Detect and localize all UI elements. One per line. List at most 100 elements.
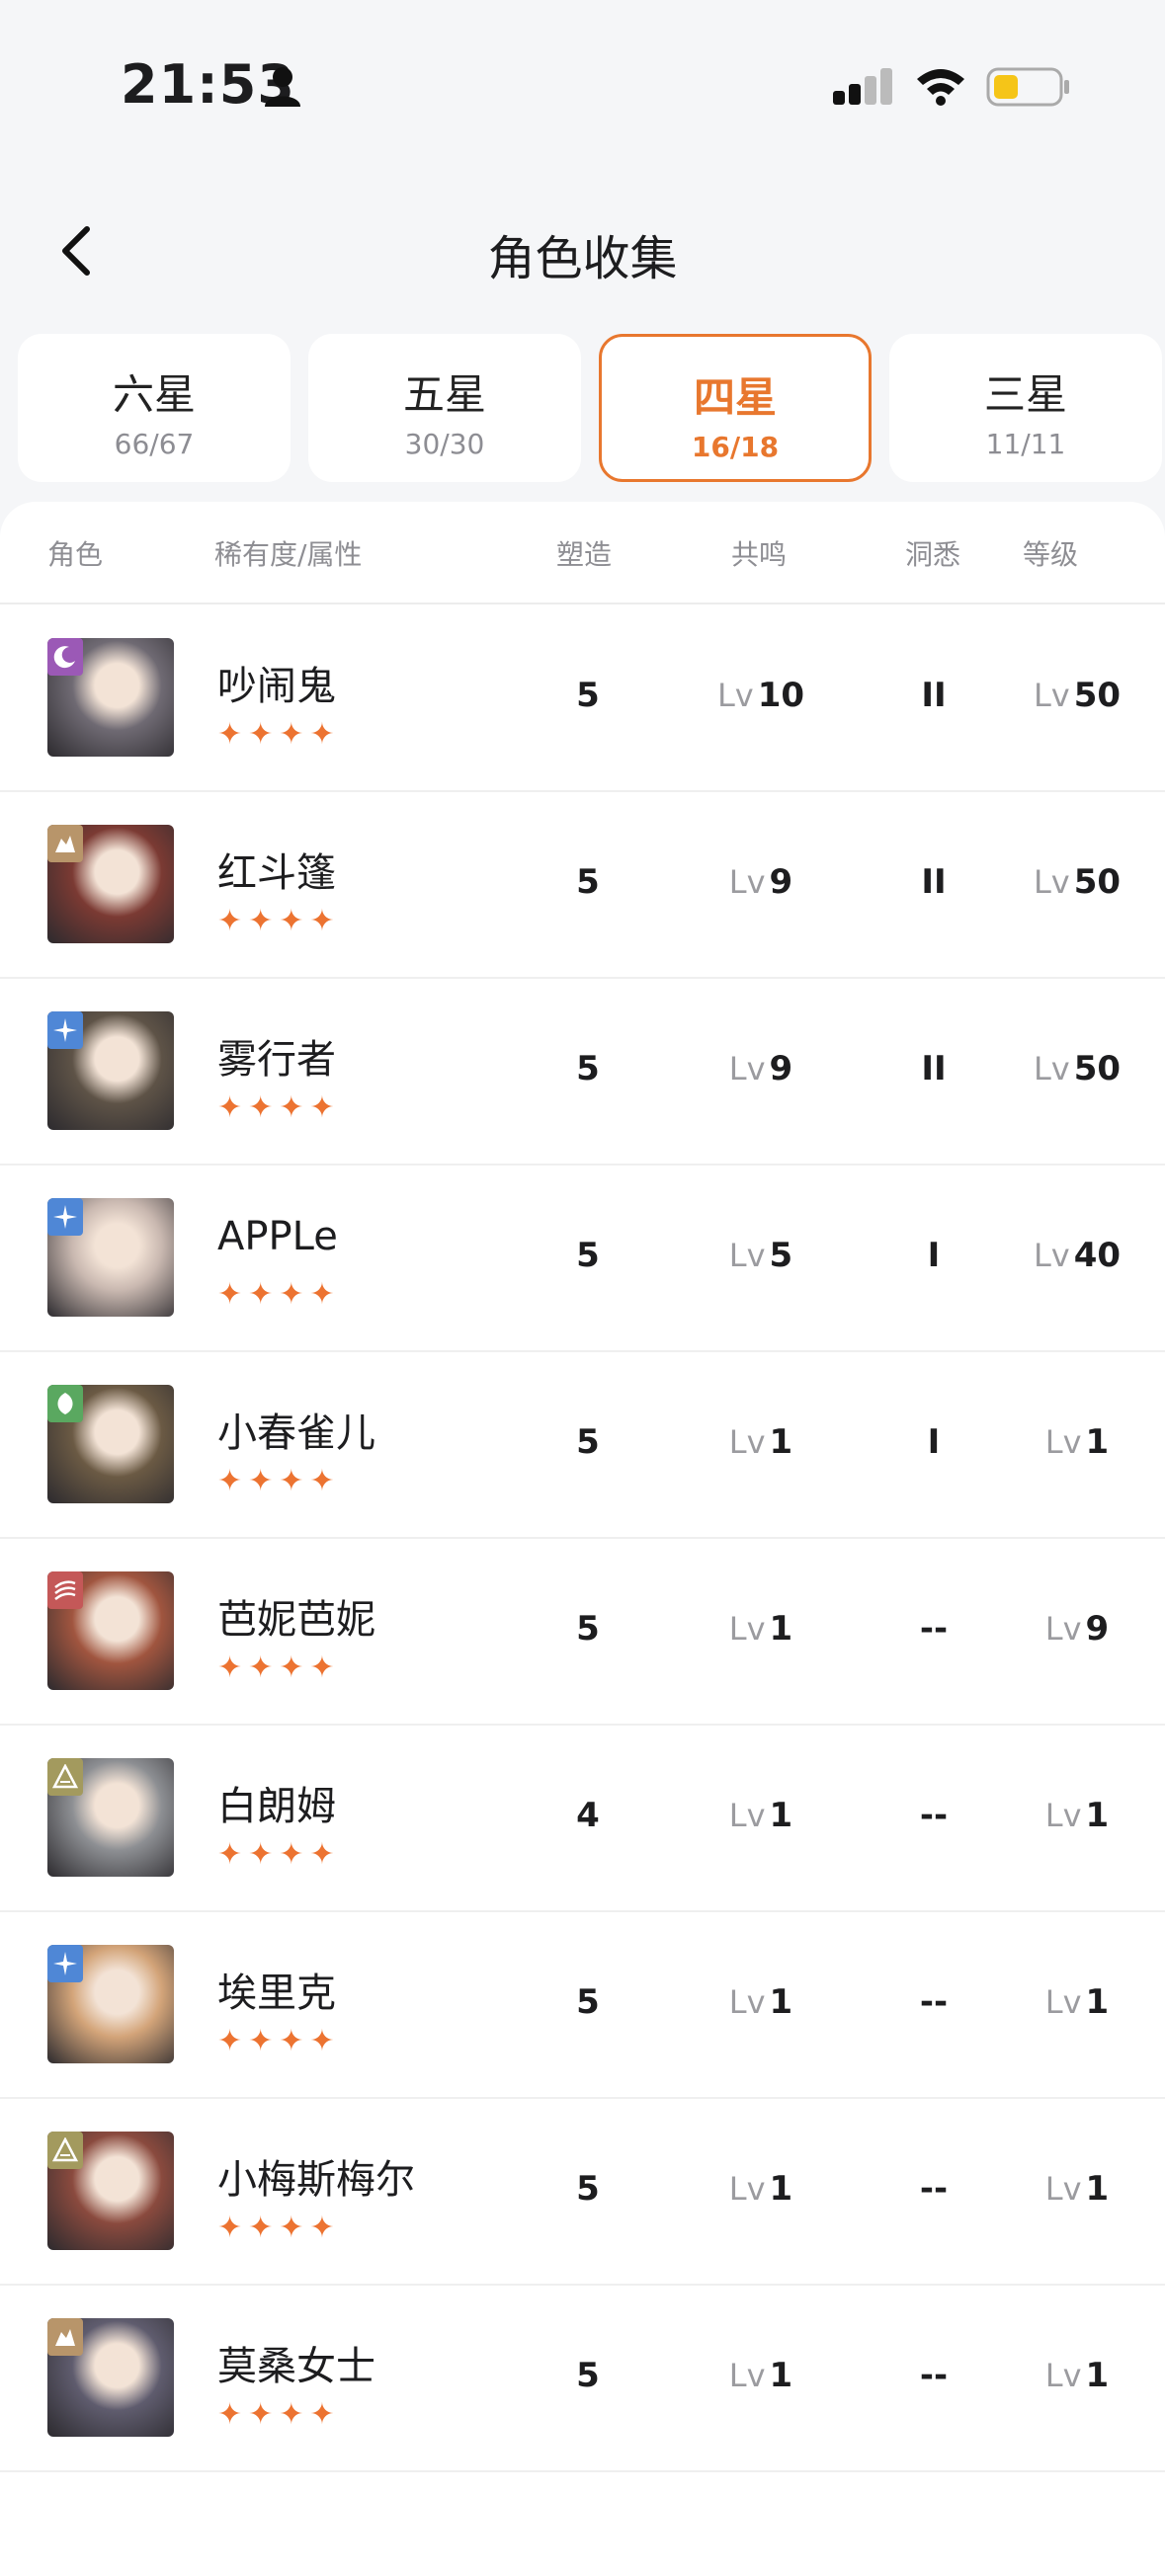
- character-name: 小春雀儿: [217, 1410, 375, 1456]
- lv-prefix: Lv: [1044, 1610, 1082, 1648]
- table-row[interactable]: 莫桑女士 ✦✦✦✦ 5 Lv 1 -- Lv 1: [0, 2285, 1165, 2472]
- lv-prefix: Lv: [1044, 1983, 1082, 2021]
- tab-label: 六星: [112, 370, 196, 419]
- tab-count: 11/11: [985, 428, 1066, 460]
- forge-value: 5: [576, 2356, 600, 2395]
- resonance-value: Lv 1: [692, 2356, 830, 2395]
- character-avatar: [47, 638, 174, 757]
- insight-value: --: [919, 2356, 949, 2395]
- lv-prefix: Lv: [1033, 1050, 1070, 1087]
- tab-count: 16/18: [691, 431, 780, 463]
- lv-prefix: Lv: [728, 1050, 766, 1087]
- character-name: 吵闹鬼: [217, 664, 336, 709]
- leaf-icon: [47, 1385, 83, 1422]
- table-row[interactable]: 埃里克 ✦✦✦✦ 5 Lv 1 -- Lv 1: [0, 1911, 1165, 2099]
- tab-six-star[interactable]: 六星 66/67: [18, 334, 291, 482]
- insight-value: --: [919, 1982, 949, 2022]
- character-name: 芭妮芭妮: [217, 1597, 375, 1643]
- level-value: Lv 1: [1008, 1982, 1146, 2022]
- table-row[interactable]: APPLe ✦✦✦✦ 5 Lv 5 I Lv 40: [0, 1165, 1165, 1352]
- tab-label: 四星: [693, 373, 777, 422]
- resonance-value: Lv 1: [692, 1422, 830, 1462]
- level-number: 50: [1073, 1049, 1122, 1088]
- level-value: Lv 50: [1008, 1049, 1146, 1088]
- table-row[interactable]: 芭妮芭妮 ✦✦✦✦ 5 Lv 1 -- Lv 9: [0, 1538, 1165, 1726]
- star-icon: [47, 1198, 83, 1236]
- level-number: 1: [1085, 1982, 1110, 2022]
- table-row[interactable]: 小梅斯梅尔 ✦✦✦✦ 5 Lv 1 -- Lv 1: [0, 2098, 1165, 2286]
- rarity-tabs: 六星 66/67 五星 30/30 四星 16/18 三星 11/11: [18, 334, 1164, 484]
- level-number: 1: [1085, 2169, 1110, 2209]
- tab-five-star[interactable]: 五星 30/30: [308, 334, 581, 482]
- resonance-value: Lv 5: [692, 1236, 830, 1275]
- insight-value: --: [919, 1796, 949, 1835]
- resonance-value: Lv 1: [692, 1796, 830, 1835]
- lv-prefix: Lv: [1044, 1423, 1082, 1461]
- table-row[interactable]: 小春雀儿 ✦✦✦✦ 5 Lv 1 I Lv 1: [0, 1351, 1165, 1539]
- triangle-icon: [47, 2132, 83, 2169]
- lv-prefix: Lv: [1044, 2170, 1082, 2208]
- character-name: 莫桑女士: [217, 2344, 375, 2389]
- level-value: Lv 40: [1008, 1236, 1146, 1275]
- lv-prefix: Lv: [728, 1610, 766, 1648]
- tab-label: 三星: [983, 370, 1067, 419]
- forge-value: 5: [576, 676, 600, 715]
- table-row[interactable]: 吵闹鬼 ✦✦✦✦ 5 Lv 10 II Lv 50: [0, 604, 1165, 792]
- lv-prefix: Lv: [728, 1983, 766, 2021]
- level-number: 40: [1073, 1236, 1122, 1275]
- insight-value: --: [919, 2169, 949, 2209]
- header-resonance: 共鸣: [731, 538, 788, 571]
- character-avatar: [47, 825, 174, 943]
- tab-four-star[interactable]: 四星 16/18: [599, 334, 872, 482]
- table-row[interactable]: 雾行者 ✦✦✦✦ 5 Lv 9 II Lv 50: [0, 978, 1165, 1166]
- wifi-icon: [917, 69, 964, 106]
- resonance-number: 1: [769, 1609, 793, 1649]
- character-avatar: [47, 1011, 174, 1130]
- resonance-number: 10: [757, 676, 805, 715]
- character-avatar: [47, 2318, 174, 2437]
- level-number: 9: [1085, 1609, 1110, 1649]
- level-value: Lv 1: [1008, 1422, 1146, 1462]
- lv-prefix: Lv: [1044, 1797, 1082, 1834]
- insight-value: II: [921, 676, 947, 715]
- lv-prefix: Lv: [1033, 863, 1070, 901]
- header-rarity: 稀有度/属性: [214, 538, 363, 571]
- rock-icon: [47, 2318, 83, 2356]
- character-name: 埃里克: [217, 1971, 336, 2016]
- forge-value: 5: [576, 2169, 600, 2209]
- resonance-value: Lv 9: [692, 1049, 830, 1088]
- character-name: 白朗姆: [217, 1784, 336, 1829]
- tab-count: 66/67: [114, 428, 195, 460]
- table-row[interactable]: 红斗篷 ✦✦✦✦ 5 Lv 9 II Lv 50: [0, 791, 1165, 979]
- resonance-number: 1: [769, 2169, 793, 2209]
- page-title: 角色收集: [487, 231, 678, 286]
- character-avatar: [47, 2132, 174, 2250]
- forge-value: 5: [576, 1609, 600, 1649]
- header-insight: 洞悉: [905, 538, 961, 571]
- character-avatar: [47, 1758, 174, 1877]
- header-role: 角色: [47, 538, 104, 571]
- tab-three-star[interactable]: 三星 11/11: [889, 334, 1162, 482]
- table-header: 角色 稀有度/属性 塑造 共鸣 洞悉 等级: [0, 502, 1165, 604]
- table-row[interactable]: 白朗姆 ✦✦✦✦ 4 Lv 1 -- Lv 1: [0, 1725, 1165, 1912]
- resonance-number: 5: [769, 1236, 793, 1275]
- resonance-number: 1: [769, 1982, 793, 2022]
- resonance-number: 1: [769, 1422, 793, 1462]
- rarity-stars: ✦✦✦✦: [217, 904, 341, 938]
- level-number: 1: [1085, 1422, 1110, 1462]
- triangle-icon: [47, 1758, 83, 1796]
- header-level: 等级: [1023, 538, 1079, 571]
- resonance-number: 1: [769, 1796, 793, 1835]
- resonance-value: Lv 10: [692, 676, 830, 715]
- forge-value: 5: [576, 862, 600, 902]
- character-name: APPLe: [217, 1214, 338, 1259]
- character-avatar: [47, 1198, 174, 1317]
- star-icon: [47, 1011, 83, 1049]
- forge-value: 5: [576, 1982, 600, 2022]
- nav-bar: 角色收集: [0, 198, 1165, 296]
- rock-icon: [47, 825, 83, 862]
- forge-value: 5: [576, 1236, 600, 1275]
- level-number: 1: [1085, 1796, 1110, 1835]
- forge-value: 4: [576, 1796, 600, 1835]
- rarity-stars: ✦✦✦✦: [217, 1090, 341, 1125]
